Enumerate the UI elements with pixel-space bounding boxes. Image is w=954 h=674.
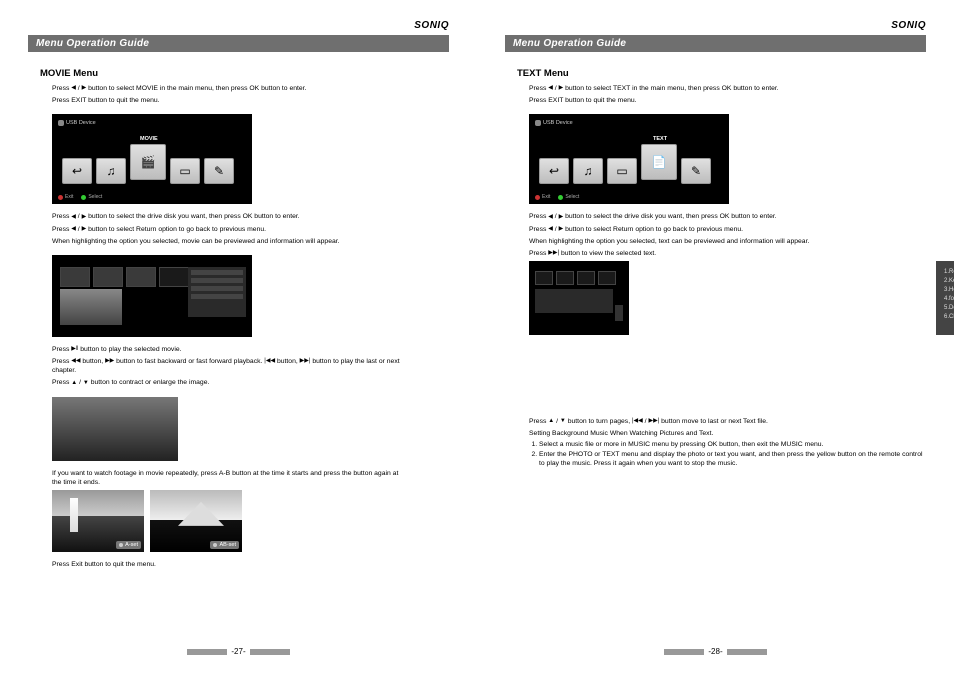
text-menu-heading: TEXT Menu [517,68,926,79]
list-item: 1.Read these instructions. [944,269,954,275]
menu-tile: ↩ [62,158,92,184]
select-hint: Select [81,194,102,200]
instruction-text: Press ◀ / ▶ button to select TEXT in the… [529,84,926,93]
page-content: MOVIE Menu Press ◀ / ▶ button to select … [28,52,449,572]
brand-logo: SONIQ [505,20,926,31]
page-right: SONIQ Menu Operation Guide TEXT Menu Pre… [477,0,954,674]
text-tile-label: TEXT [653,136,667,142]
page-footer: -27- [28,637,449,656]
menu-tile-movie: 🎬 [130,144,166,180]
menu-tile: ↩ [539,158,569,184]
instruction-list: 1.Read these instructions. 2.Keep these … [944,269,954,320]
list-item: Enter the PHOTO or TEXT menu and display… [539,451,926,469]
section-title-bar: Menu Operation Guide [505,35,926,52]
instruction-text: Press ▲ / ▼ button to contract or enlarg… [52,378,449,387]
list-item: 3.Head all warnings. [944,287,954,293]
instruction-text: Setting Background Music When Watching P… [529,429,926,438]
list-item: 5.Do not use this apparatus near water. [944,305,954,311]
background-music-steps: Select a music file or more in MUSIC men… [529,441,926,468]
list-item: 2.Keep these instructions. [944,278,954,284]
instruction-text: Press ▶▶| button to view the selected te… [529,249,926,258]
instruction-text: Press ◀ / ▶ button to select Return opti… [52,225,449,234]
list-item: 4.follow all instructions. [944,296,954,302]
text-preview-screenshot [529,261,629,335]
page-number: -27- [231,647,245,656]
instruction-text: Press ◀ / ▶ button to select the drive d… [52,212,449,221]
rewind-icon: ◀◀ [71,357,80,365]
menu-tile: ▭ [607,158,637,184]
page-content: TEXT Menu Press ◀ / ▶ button to select T… [505,52,926,470]
movie-preview-screenshot [52,255,252,337]
preview-thumbnail [60,289,122,325]
next-chapter-icon: ▶▶| [300,357,311,365]
menu-tiles: ↩ ♫ ▭ 📄 ✎ [539,148,711,184]
text-content-panel: 1.Read these instructions. 2.Keep these … [936,261,954,335]
info-panel [188,267,246,317]
movie-tile-label: MOVIE [140,136,158,142]
usb-device-label: USB Device [58,120,96,126]
exit-hint: Exit [58,194,73,200]
menu-tile: ✎ [681,158,711,184]
page-footer: -28- [505,637,926,656]
prev-chapter-icon: |◀◀ [264,357,275,365]
instruction-text: Press Exit button to quit the menu. [52,560,449,569]
menu-tile-text: 📄 [641,144,677,180]
text-preview-wrap: 1.Read these instructions. 2.Keep these … [529,261,926,335]
usb-device-label: USB Device [535,120,573,126]
select-hint: Select [558,194,579,200]
instruction-text: Press ◀ / ▶ button to select the drive d… [529,212,926,221]
fast-forward-icon: ▶▶ [105,357,114,365]
bottom-hints: Exit Select [58,194,102,200]
instruction-text: Press EXIT button to quit the menu. [52,96,449,105]
section-title-bar: Menu Operation Guide [28,35,449,52]
ab-screenshots-row: A-set AB-set [52,490,449,552]
bottom-hints: Exit Select [535,194,579,200]
instruction-text: When highlighting the option you selecte… [529,237,926,246]
next-file-icon: ▶▶| [648,417,659,425]
movie-playback-screenshot [52,397,178,461]
menu-tile: ▭ [170,158,200,184]
text-main-menu-screenshot: USB Device TEXT ↩ ♫ ▭ 📄 ✎ Exit Select [529,114,729,204]
instruction-text: Press ▲ / ▼ button to turn pages, |◀◀ / … [529,417,926,426]
instruction-text: Press ▶ǁ button to play the selected mov… [52,345,449,354]
page-number: -28- [708,647,722,656]
instruction-text: Press ◀◀ button, ▶▶ button to fast backw… [52,357,409,375]
page-left: SONIQ Menu Operation Guide MOVIE Menu Pr… [0,0,477,674]
menu-tile: ♫ [573,158,603,184]
ab-set-screenshot: AB-set [150,490,242,552]
prev-file-icon: |◀◀ [632,417,643,425]
instruction-text: If you want to watch footage in movie re… [52,469,409,487]
movie-main-menu-screenshot: USB Device MOVIE ↩ ♫ 🎬 ▭ ✎ Exit Select [52,114,252,204]
ab-set-badge: AB-set [210,541,239,549]
a-set-badge: A-set [116,541,141,549]
exit-hint: Exit [535,194,550,200]
instruction-text: When highlighting the option you selecte… [52,237,449,246]
brand-logo: SONIQ [28,20,449,31]
menu-tiles: ↩ ♫ 🎬 ▭ ✎ [62,148,234,184]
instruction-text: Press ◀ / ▶ button to select Return opti… [529,225,926,234]
a-set-screenshot: A-set [52,490,144,552]
menu-tile: ✎ [204,158,234,184]
instruction-text: Press EXIT button to quit the menu. [529,96,926,105]
next-icon: ▶▶| [548,249,559,257]
instruction-text: Press ◀ / ▶ button to select MOVIE in th… [52,84,449,93]
movie-menu-heading: MOVIE Menu [40,68,449,79]
list-item: Select a music file or more in MUSIC men… [539,441,926,450]
list-item: 6.Clean only with dry cloth. [944,314,954,320]
menu-tile: ♫ [96,158,126,184]
